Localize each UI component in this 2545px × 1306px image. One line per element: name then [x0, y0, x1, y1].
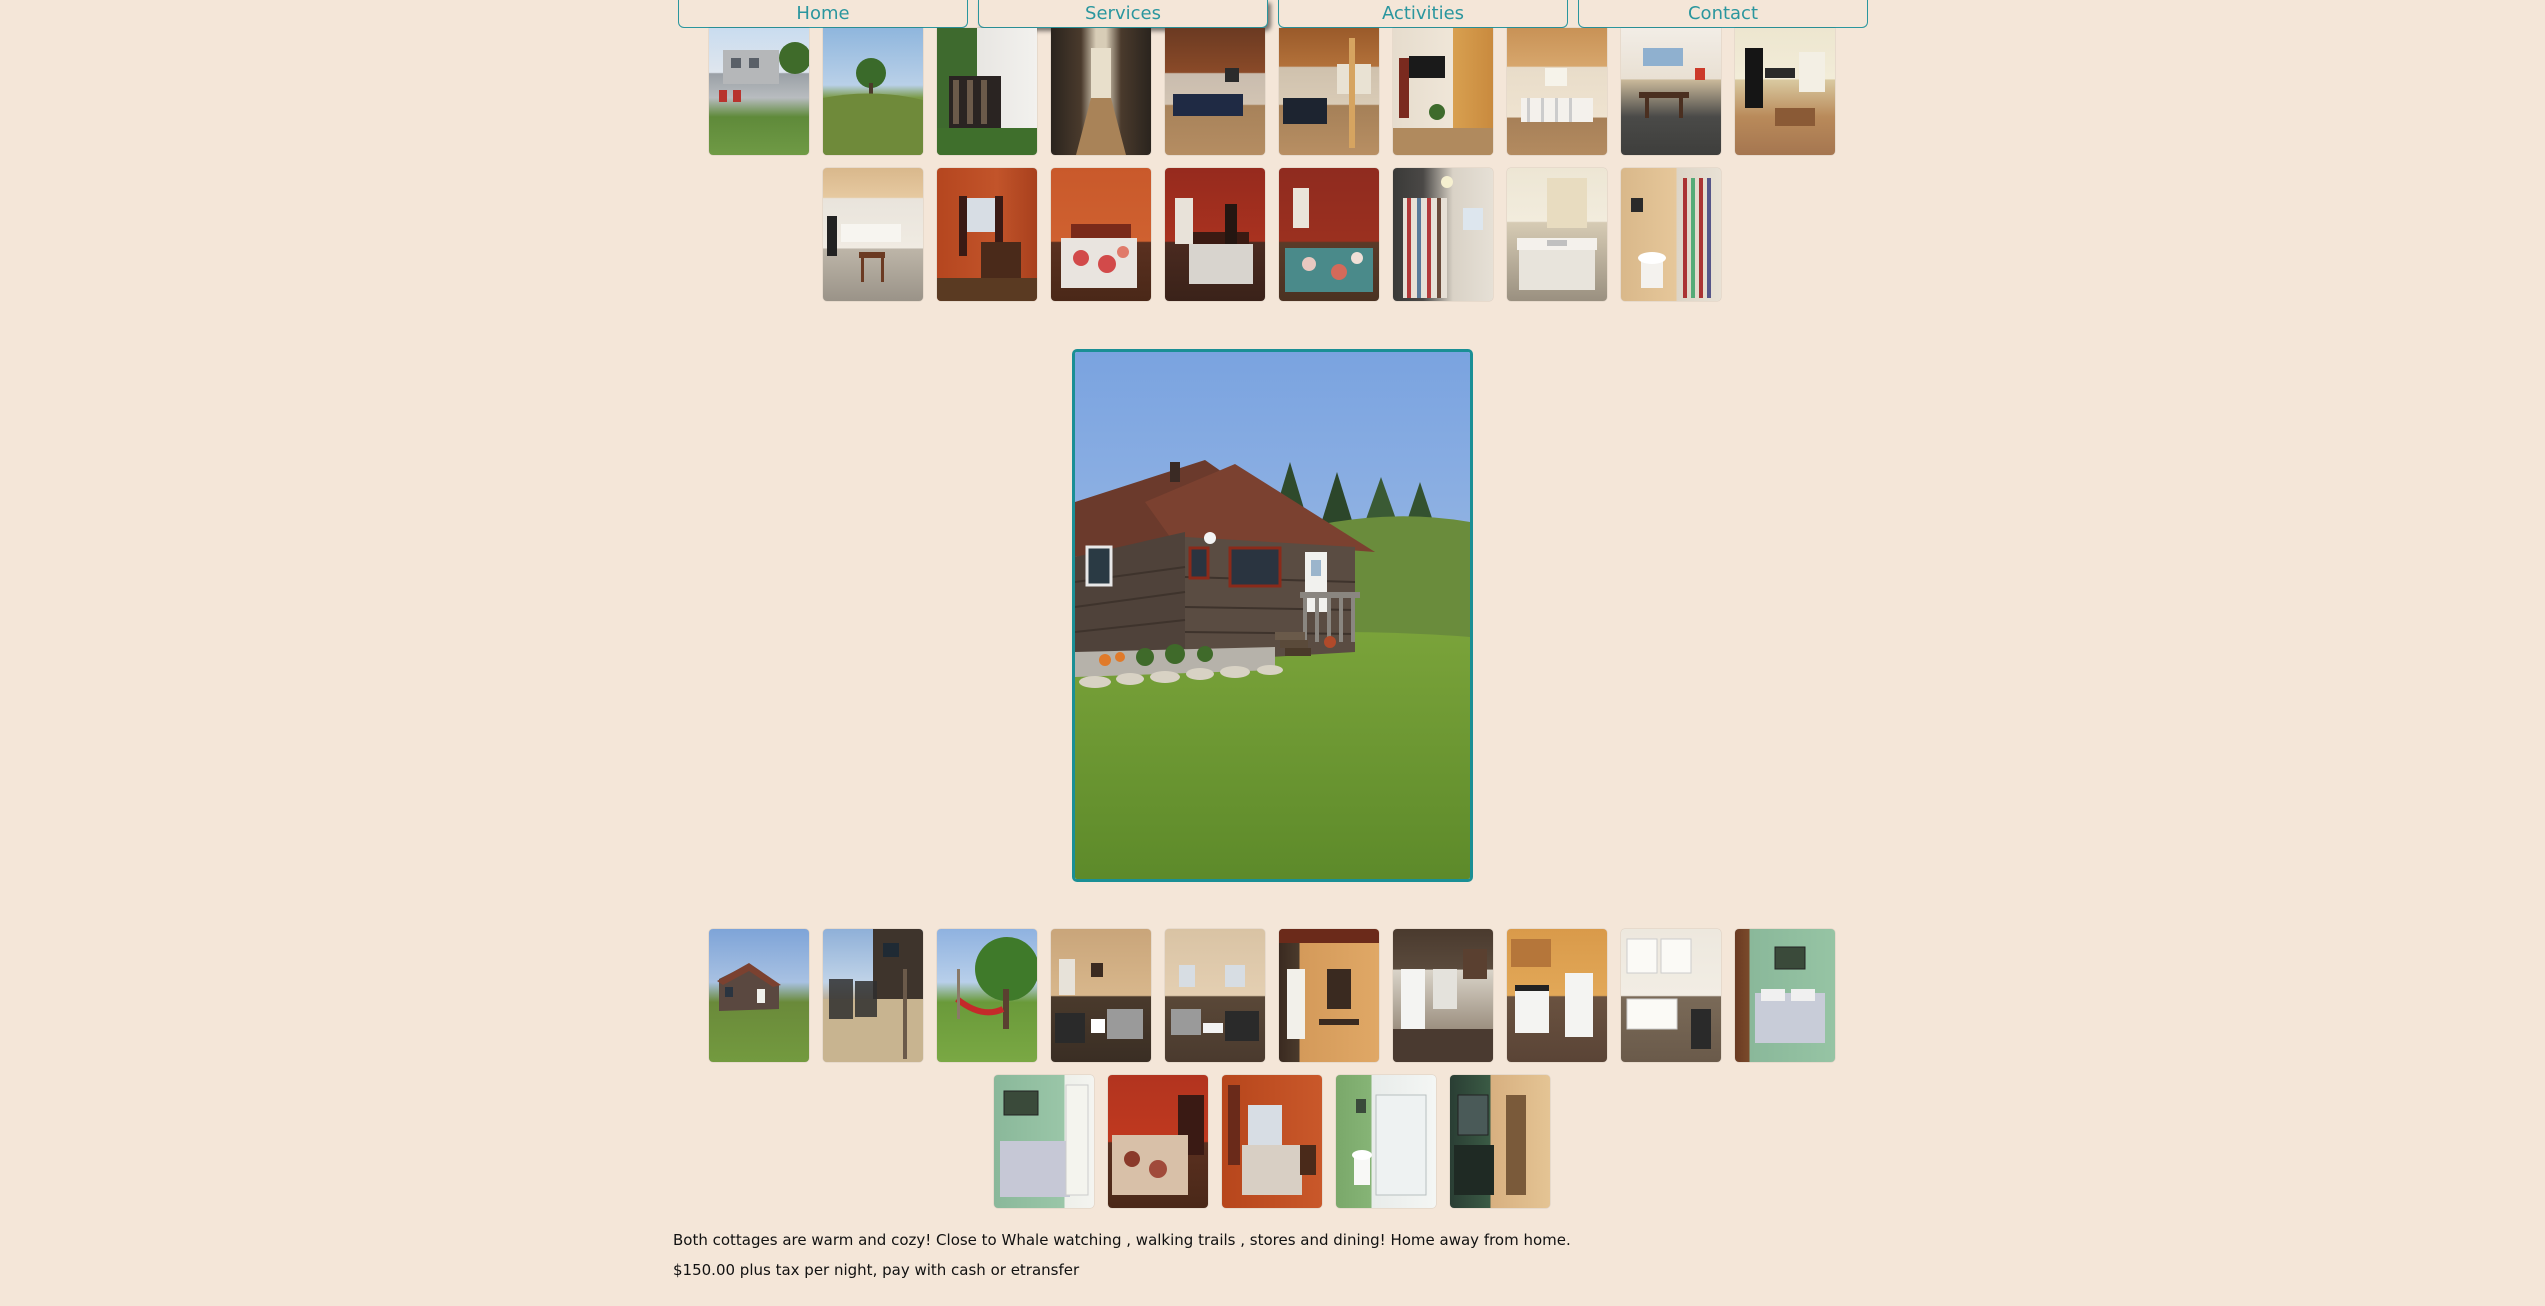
gallery-thumb-bedroom-orange-b[interactable] [1222, 1075, 1322, 1208]
description-text: Both cottages are warm and cozy! Close t… [673, 1231, 1571, 1249]
gallery-thumb-dining-room[interactable] [1621, 28, 1721, 155]
gallery-thumb-kitchen[interactable] [1735, 28, 1835, 155]
gallery-thumb-kitchen-hall[interactable] [1279, 929, 1379, 1062]
gallery-thumb-deck-chairs[interactable] [823, 929, 923, 1062]
gallery-thumb-field-tree[interactable] [823, 28, 923, 155]
gallery-thumb-bathroom-curtain[interactable] [1393, 168, 1493, 301]
gallery-thumb-living-room[interactable] [1165, 28, 1265, 155]
gallery-thumb-dining-stairs[interactable] [1507, 28, 1607, 155]
gallery-thumb-exterior-yard[interactable] [709, 28, 809, 155]
nav-activities-button[interactable]: Activities [1278, 0, 1568, 28]
gallery-thumb-kitchen-dining[interactable] [823, 168, 923, 301]
gallery-thumb-living-room-2[interactable] [1279, 28, 1379, 155]
gallery-thumb-bedroom-green-2[interactable] [994, 1075, 1094, 1208]
price-text: $150.00 plus tax per night, pay with cas… [673, 1261, 1080, 1279]
gallery-thumb-kitchen-stove[interactable] [1507, 929, 1607, 1062]
gallery-thumb-hallway[interactable] [1051, 28, 1151, 155]
gallery-thumb-gate-porch[interactable] [937, 28, 1037, 155]
gallery-thumb-bedroom-quilt[interactable] [1279, 168, 1379, 301]
gallery-thumb-bathroom-vanity[interactable] [1507, 168, 1607, 301]
nav-contact-button[interactable]: Contact [1578, 0, 1868, 28]
top-navigation: Home Services Activities Contact [0, 0, 2545, 30]
featured-photo-cottage[interactable] [1072, 349, 1473, 882]
gallery-thumb-bathroom-shower[interactable] [1336, 1075, 1436, 1208]
gallery-thumb-kitchen-white[interactable] [1621, 929, 1721, 1062]
gallery-thumb-kitchen-fridge[interactable] [1393, 929, 1493, 1062]
nav-services-button[interactable]: Services [978, 0, 1268, 28]
gallery-thumb-living-room-c[interactable] [1165, 929, 1265, 1062]
gallery-thumb-bedroom-orange[interactable] [937, 168, 1037, 301]
gallery-thumb-tv-room[interactable] [1393, 28, 1493, 155]
gallery-thumb-bedroom-red-b[interactable] [1108, 1075, 1208, 1208]
gallery-thumb-bathroom-vanity-b[interactable] [1450, 1075, 1550, 1208]
gallery-thumb-yard-hammock[interactable] [937, 929, 1037, 1062]
nav-home-button[interactable]: Home [678, 0, 968, 28]
gallery-thumb-cottage-exterior[interactable] [709, 929, 809, 1062]
gallery-thumb-bathroom-toilet[interactable] [1621, 168, 1721, 301]
gallery-thumb-bedroom-green[interactable] [1735, 929, 1835, 1062]
gallery-thumb-bedroom-bed[interactable] [1051, 168, 1151, 301]
gallery-thumb-bedroom-red[interactable] [1165, 168, 1265, 301]
gallery-thumb-living-room-b[interactable] [1051, 929, 1151, 1062]
